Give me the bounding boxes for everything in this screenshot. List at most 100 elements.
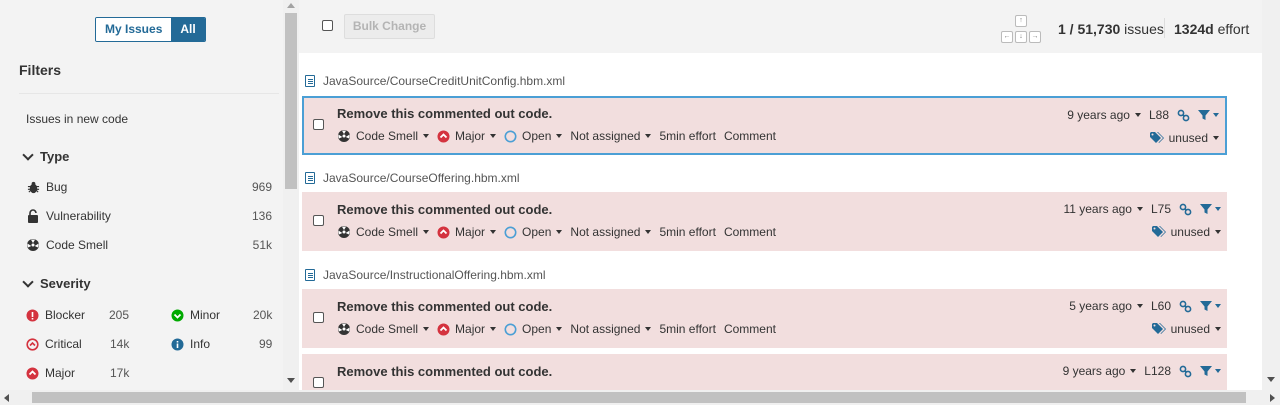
major-icon [437, 130, 450, 142]
facet-item-info[interactable]: Info 99 [171, 337, 273, 351]
issue-effort: 5min effort [659, 225, 716, 239]
issue-status-dropdown[interactable]: Open [504, 129, 563, 143]
scroll-left-icon[interactable] [4, 394, 9, 402]
issue-status-dropdown[interactable]: Open [504, 322, 563, 336]
issue-severity-dropdown[interactable]: Major [437, 129, 497, 143]
issue-line[interactable]: L60 [1151, 299, 1171, 313]
issue-title[interactable]: Remove this commented out code. [337, 106, 552, 121]
page-scrollbar[interactable] [1262, 0, 1280, 390]
facet-item-minor[interactable]: Minor 20k [171, 308, 273, 322]
horizontal-scrollbar[interactable] [0, 390, 1280, 405]
facet-item-bug[interactable]: Bug 969 [26, 180, 272, 194]
comment-link[interactable]: Comment [724, 129, 776, 143]
issues-list: JavaSource/CourseCreditUnitConfig.hbm.xm… [299, 53, 1262, 390]
caret-down-icon [1215, 369, 1221, 373]
facet-item-code-smell[interactable]: Code Smell 51k [26, 238, 272, 252]
my-issues-button[interactable]: My Issues [96, 18, 172, 41]
filter-icon [1200, 204, 1212, 214]
new-code-filter[interactable]: Issues in new code [26, 112, 128, 126]
issue-tag: unused [1170, 225, 1210, 239]
file-path: JavaSource/CourseOffering.hbm.xml [323, 171, 520, 185]
issue-filter-dropdown[interactable] [1200, 365, 1221, 377]
issue-type-label: Code Smell [356, 129, 419, 143]
issue-type-dropdown[interactable]: Code Smell [337, 322, 430, 336]
issue-line[interactable]: L88 [1149, 108, 1169, 122]
comment-link[interactable]: Comment [724, 322, 776, 336]
issue-assignee-dropdown[interactable]: Not assigned [570, 322, 652, 336]
file-header[interactable]: JavaSource/InstructionalOffering.hbm.xml [305, 268, 546, 282]
issue-title[interactable]: Remove this commented out code. [337, 364, 552, 379]
issue-tags-dropdown[interactable]: unused [1151, 225, 1221, 239]
issue-severity-dropdown[interactable]: Major [437, 322, 497, 336]
type-facet-header[interactable]: Type [22, 148, 70, 164]
issue-severity-label: Major [455, 322, 486, 336]
issue-line[interactable]: L75 [1151, 202, 1171, 216]
file-header[interactable]: JavaSource/CourseCreditUnitConfig.hbm.xm… [305, 74, 565, 88]
issue-checkbox[interactable] [313, 119, 324, 130]
issue-title[interactable]: Remove this commented out code. [337, 299, 552, 314]
issue-type-dropdown[interactable]: Code Smell [337, 225, 430, 239]
type-facet-title: Type [40, 149, 70, 164]
facet-item-label: Vulnerability [46, 209, 111, 223]
link-icon[interactable] [1179, 300, 1192, 313]
facet-item-critical[interactable]: Critical 14k [26, 337, 136, 351]
issue-checkbox[interactable] [313, 312, 324, 323]
file-path: JavaSource/InstructionalOffering.hbm.xml [323, 268, 546, 282]
issue-assignee-dropdown[interactable]: Not assigned [570, 129, 652, 143]
scrollbar-thumb[interactable] [285, 13, 297, 189]
issue-filter-dropdown[interactable] [1200, 203, 1221, 215]
bug-icon [26, 180, 40, 194]
issue-type-dropdown[interactable]: Code Smell [337, 129, 430, 143]
issue-tags-dropdown[interactable]: unused [1151, 322, 1221, 336]
issue-line[interactable]: L128 [1144, 364, 1171, 378]
issue-item[interactable]: Remove this commented out code. Code Sme… [302, 289, 1227, 348]
issue-age-dropdown[interactable]: 9 years ago [1067, 108, 1141, 122]
info-icon [171, 338, 184, 351]
issue-age-dropdown[interactable]: 5 years ago [1069, 299, 1143, 313]
scrollbar-thumb[interactable] [32, 392, 1246, 403]
issue-filter-dropdown[interactable] [1198, 109, 1219, 121]
facet-item-major[interactable]: Major 17k [26, 366, 136, 380]
caret-down-icon [556, 230, 563, 234]
issue-tag: unused [1170, 322, 1210, 336]
issue-tag: unused [1168, 131, 1208, 145]
issue-status-dropdown[interactable]: Open [504, 225, 563, 239]
issue-assignee-dropdown[interactable]: Not assigned [570, 225, 652, 239]
scroll-right-icon[interactable] [1270, 394, 1275, 402]
issue-age-dropdown[interactable]: 9 years ago [1063, 364, 1137, 378]
facet-item-vulnerability[interactable]: Vulnerability 136 [26, 209, 272, 223]
file-header[interactable]: JavaSource/CourseOffering.hbm.xml [305, 171, 520, 185]
issue-age-dropdown[interactable]: 11 years ago [1063, 202, 1143, 216]
severity-facet-title: Severity [40, 276, 91, 291]
issue-item[interactable]: Remove this commented out code. 9 years … [302, 354, 1227, 390]
select-all-checkbox[interactable] [322, 20, 333, 31]
issue-severity-dropdown[interactable]: Major [437, 225, 497, 239]
facet-item-blocker[interactable]: Blocker 205 [26, 308, 136, 322]
issue-title[interactable]: Remove this commented out code. [337, 202, 552, 217]
link-icon[interactable] [1177, 109, 1190, 122]
scroll-down-icon[interactable] [287, 378, 295, 383]
sidebar-scrollbar[interactable] [283, 0, 299, 390]
comment-link[interactable]: Comment [724, 225, 776, 239]
issue-checkbox[interactable] [313, 215, 324, 226]
issue-checkbox[interactable] [313, 377, 324, 388]
bulk-change-button[interactable]: Bulk Change [344, 14, 435, 39]
caret-down-icon [1134, 113, 1141, 117]
issue-assignee-label: Not assigned [570, 225, 641, 239]
facet-item-count: 99 [259, 337, 273, 351]
issue-tags-dropdown[interactable]: unused [1149, 131, 1219, 145]
severity-facet-header[interactable]: Severity [22, 275, 91, 291]
link-icon[interactable] [1179, 203, 1192, 216]
issue-age: 9 years ago [1062, 364, 1126, 378]
issue-meta: Code Smell Major Open Not assigned 5min … [337, 225, 776, 239]
issue-item[interactable]: Remove this commented out code. Code Sme… [302, 192, 1227, 251]
chevron-down-icon [22, 275, 34, 288]
issue-count-value: 1 / 51,730 [1058, 21, 1121, 37]
scroll-up-icon[interactable] [287, 3, 295, 8]
issue-filter-dropdown[interactable] [1200, 300, 1221, 312]
link-icon[interactable] [1179, 365, 1192, 378]
scroll-down-icon[interactable] [1267, 377, 1275, 382]
issue-item[interactable]: Remove this commented out code. Code Sme… [302, 96, 1227, 155]
all-issues-button[interactable]: All [171, 18, 205, 41]
code-smell-icon [26, 238, 40, 252]
